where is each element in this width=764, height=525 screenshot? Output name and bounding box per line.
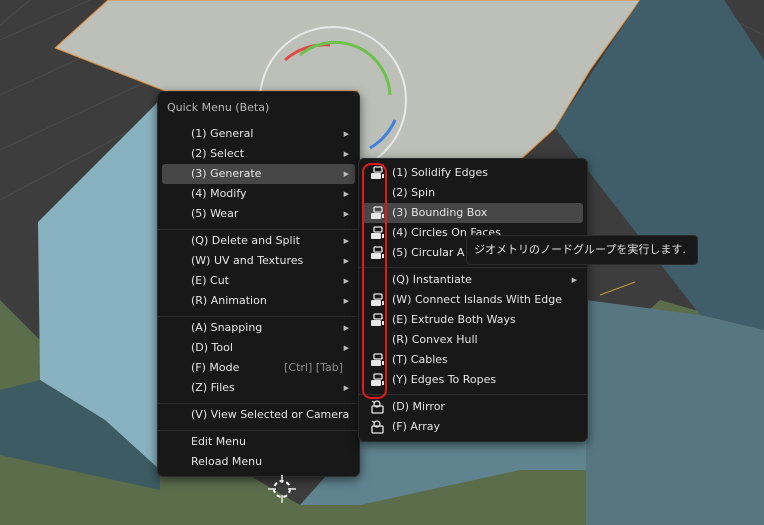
submenu-item-convex-hull[interactable]: (R) Convex Hull: [363, 330, 583, 350]
submenu-item-connect-islands-with-edge[interactable]: (W) Connect Islands With Edge: [363, 290, 583, 310]
submenu-item-label: (1) Solidify Edges: [392, 166, 489, 179]
3d-cursor-icon[interactable]: [267, 474, 297, 504]
menu-separator: [158, 229, 359, 230]
submenu-arrow-icon: ▶: [343, 170, 349, 178]
geometry-nodes-icon: [371, 206, 384, 219]
menu-item-animation[interactable]: (R) Animation ▶: [162, 291, 355, 311]
menu-item-label: (5) Wear: [191, 207, 239, 220]
menu-separator: [359, 394, 587, 395]
menu-item-label: (2) Select: [191, 147, 245, 160]
menu-item-label: (A) Snapping: [191, 321, 263, 334]
submenu-item-label: (F) Array: [392, 420, 441, 433]
geometry-nodes-icon: [371, 293, 384, 306]
menu-item-label: (Q) Delete and Split: [191, 234, 300, 247]
menu-item-label: (V) View Selected or Camera: [191, 408, 350, 421]
menu-item-label: (W) UV and Textures: [191, 254, 304, 267]
tooltip: ジオメトリのノードグループを実行します.: [466, 235, 698, 265]
menu-item-label: (4) Modify: [191, 187, 247, 200]
menu-item-tool[interactable]: (D) Tool ▶: [162, 338, 355, 358]
menu-item-wear[interactable]: (5) Wear ▶: [162, 204, 355, 224]
submenu-item-array[interactable]: (F) Array: [363, 417, 583, 437]
menu-item-modify[interactable]: (4) Modify ▶: [162, 184, 355, 204]
menu-item-label: (Z) Files: [191, 381, 235, 394]
modifier-wrench-icon: [371, 400, 384, 414]
submenu-item-label: (3) Bounding Box: [392, 206, 488, 219]
submenu-arrow-icon: ▶: [343, 237, 349, 245]
submenu-item-spin[interactable]: (2) Spin: [363, 183, 583, 203]
menu-item-label: (R) Animation: [191, 294, 267, 307]
geometry-nodes-icon: [371, 373, 384, 386]
submenu-arrow-icon: ▶: [343, 324, 349, 332]
submenu-item-label: (5) Circular A: [392, 246, 465, 259]
submenu-item-label: (E) Extrude Both Ways: [392, 313, 516, 326]
submenu-item-instantiate[interactable]: (Q) Instantiate ▶: [363, 270, 583, 290]
submenu-arrow-icon: ▶: [343, 210, 349, 218]
submenu-arrow-icon: ▶: [571, 276, 577, 284]
geometry-nodes-icon: [371, 226, 384, 239]
submenu-arrow-icon: ▶: [343, 190, 349, 198]
menu-separator: [158, 403, 359, 404]
mesh-face-right-lower: [586, 300, 764, 525]
geometry-nodes-icon: [371, 313, 384, 326]
submenu-arrow-icon: ▶: [343, 150, 349, 158]
submenu-item-label: (D) Mirror: [392, 400, 445, 413]
menu-item-general[interactable]: (1) General ▶: [162, 124, 355, 144]
menu-separator: [359, 267, 587, 268]
submenu-item-solidify-edges[interactable]: (1) Solidify Edges: [363, 163, 583, 183]
viewport-edge-highlight: [599, 281, 636, 296]
menu-item-edit-menu[interactable]: Edit Menu: [162, 432, 355, 452]
shortcut-hint: [Ctrl] [Tab]: [284, 361, 343, 374]
submenu-item-label: (T) Cables: [392, 353, 448, 366]
menu-item-reload-menu[interactable]: Reload Menu: [162, 452, 355, 472]
submenu-item-label: (R) Convex Hull: [392, 333, 478, 346]
geometry-nodes-icon: [371, 166, 384, 179]
menu-separator: [158, 316, 359, 317]
menu-item-label: (F) Mode: [191, 361, 240, 374]
menu-item-select[interactable]: (2) Select ▶: [162, 144, 355, 164]
quick-menu-title: Quick Menu (Beta): [167, 101, 270, 114]
menu-item-files[interactable]: (Z) Files ▶: [162, 378, 355, 398]
submenu-item-extrude-both-ways[interactable]: (E) Extrude Both Ways: [363, 310, 583, 330]
generate-submenu: (1) Solidify Edges (2) Spin (3) Bounding…: [358, 158, 588, 442]
menu-item-label: (3) Generate: [191, 167, 262, 180]
menu-item-generate[interactable]: (3) Generate ▶: [162, 164, 355, 184]
menu-item-view-selected-or-camera[interactable]: (V) View Selected or Camera: [162, 405, 355, 425]
menu-item-snapping[interactable]: (A) Snapping ▶: [162, 318, 355, 338]
menu-item-label: (E) Cut: [191, 274, 229, 287]
menu-item-label: Reload Menu: [191, 455, 263, 468]
menu-item-uv-and-textures[interactable]: (W) UV and Textures ▶: [162, 251, 355, 271]
submenu-arrow-icon: ▶: [343, 344, 349, 352]
submenu-arrow-icon: ▶: [343, 257, 349, 265]
submenu-arrow-icon: ▶: [343, 130, 349, 138]
menu-item-mode[interactable]: (F) Mode [Ctrl] [Tab]: [162, 358, 355, 378]
geometry-nodes-icon: [371, 246, 384, 259]
menu-item-label: (D) Tool: [191, 341, 233, 354]
submenu-arrow-icon: ▶: [343, 384, 349, 392]
submenu-arrow-icon: ▶: [343, 277, 349, 285]
quick-menu: Quick Menu (Beta) (1) General ▶ (2) Sele…: [157, 91, 360, 477]
submenu-item-cables[interactable]: (T) Cables: [363, 350, 583, 370]
submenu-item-label: (Q) Instantiate: [392, 273, 472, 286]
menu-item-label: Edit Menu: [191, 435, 246, 448]
submenu-item-mirror[interactable]: (D) Mirror: [363, 397, 583, 417]
submenu-item-label: (W) Connect Islands With Edge: [392, 293, 563, 306]
menu-item-cut[interactable]: (E) Cut ▶: [162, 271, 355, 291]
submenu-item-label: (Y) Edges To Ropes: [392, 373, 497, 386]
menu-item-label: (1) General: [191, 127, 254, 140]
menu-separator: [158, 430, 359, 431]
submenu-item-edges-to-ropes[interactable]: (Y) Edges To Ropes: [363, 370, 583, 390]
menu-item-delete-and-split[interactable]: (Q) Delete and Split ▶: [162, 231, 355, 251]
modifier-wrench-icon: [371, 420, 384, 434]
submenu-item-bounding-box[interactable]: (3) Bounding Box: [363, 203, 583, 223]
geometry-nodes-icon: [371, 353, 384, 366]
submenu-arrow-icon: ▶: [343, 297, 349, 305]
submenu-item-label: (2) Spin: [392, 186, 436, 199]
